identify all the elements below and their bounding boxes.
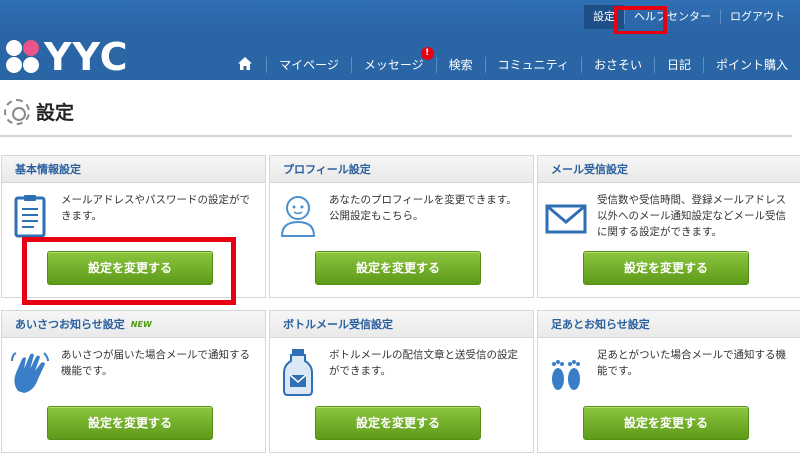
nav-mypage[interactable]: マイページ — [266, 57, 351, 73]
nav-invitations[interactable]: おさそい — [580, 57, 654, 73]
person-icon — [280, 196, 316, 237]
card-greeting-notice: あいさつお知らせ設定 NEW あいさつが届いた場合メールで通知する機能です。 設… — [1, 310, 266, 453]
card-bottle-mail: ボトルメール受信設定 ボトルメールの配信文章と送受信の設定ができます。 設定を変… — [269, 310, 534, 453]
page-title: 設定 — [4, 98, 74, 125]
card-footprint-notice: 足あとお知らせ設定 足あとがついた場合メールで通知する機能です。 設定を変更する — [537, 310, 800, 453]
site-logo[interactable]: YYC — [4, 38, 129, 76]
nav-community[interactable]: コミュニティ — [484, 57, 581, 73]
logout-link[interactable]: ログアウト — [720, 10, 794, 24]
logo-text: YYC — [44, 35, 129, 79]
card-title: メール受信設定 — [538, 156, 800, 183]
card-title: ボトルメール受信設定 — [270, 311, 533, 338]
footprints-icon — [552, 360, 580, 390]
card-description: あいさつが届いた場合メールで通知する機能です。 — [61, 349, 250, 377]
card-description: ボトルメールの配信文章と送受信の設定ができます。 — [329, 349, 518, 377]
new-badge: NEW — [130, 319, 152, 329]
change-footprint-notice-button[interactable]: 設定を変更する — [583, 406, 749, 440]
card-description: メールアドレスやパスワードの設定ができます。 — [61, 194, 250, 222]
nav-search[interactable]: 検索 — [435, 57, 485, 73]
card-title: あいさつお知らせ設定 — [15, 317, 125, 331]
card-profile: プロフィール設定 あなたのプロフィールを変更できます。公開設定もこちら。 設定を… — [269, 155, 534, 298]
card-title: 基本情報設定 — [2, 156, 265, 183]
document-icon — [14, 195, 46, 238]
home-icon — [238, 56, 253, 70]
card-title-row: あいさつお知らせ設定 NEW — [2, 311, 265, 338]
nav-diary[interactable]: 日記 — [653, 57, 703, 73]
card-description: 受信数や受信時間、登録メールアドレス以外へのメール通知設定などメール受信に関する… — [597, 194, 786, 238]
nav-buy-points[interactable]: ポイント購入 — [702, 57, 800, 73]
nav-messages[interactable]: メッセージ ! — [350, 47, 436, 73]
basic-info-button-highlight — [22, 237, 236, 305]
main-nav-bar: YYC マイページ メッセージ ! 検索 コミュニティ おさそい 日記 ポイント… — [0, 34, 800, 80]
card-title: 足あとお知らせ設定 — [538, 311, 800, 338]
envelope-icon — [545, 204, 587, 234]
page-title-text: 設定 — [36, 102, 75, 124]
card-mail-receive: メール受信設定 受信数や受信時間、登録メールアドレス以外へのメール通知設定などメ… — [537, 155, 800, 298]
top-bar: 設定 ヘルプセンター ログアウト — [0, 0, 800, 34]
nav-home[interactable] — [224, 56, 266, 74]
notification-badge: ! — [420, 47, 434, 60]
change-bottle-mail-button[interactable]: 設定を変更する — [315, 406, 481, 440]
card-description: 足あとがついた場合メールで通知する機能です。 — [597, 349, 786, 377]
settings-link-highlight — [614, 6, 667, 35]
change-mail-receive-button[interactable]: 設定を変更する — [583, 251, 749, 285]
change-greeting-notice-button[interactable]: 設定を変更する — [47, 406, 213, 440]
waving-hand-icon — [11, 352, 49, 393]
title-divider — [0, 135, 792, 137]
gear-icon — [4, 98, 30, 125]
nav-messages-label: メッセージ — [363, 58, 424, 72]
change-profile-button[interactable]: 設定を変更する — [315, 251, 481, 285]
nav-menu: マイページ メッセージ ! 検索 コミュニティ おさそい 日記 ポイント購入 — [224, 47, 800, 76]
card-title: プロフィール設定 — [270, 156, 533, 183]
card-description: あなたのプロフィールを変更できます。公開設定もこちら。 — [329, 194, 517, 222]
bottle-icon — [283, 349, 313, 396]
clover-logo-icon — [4, 40, 42, 74]
